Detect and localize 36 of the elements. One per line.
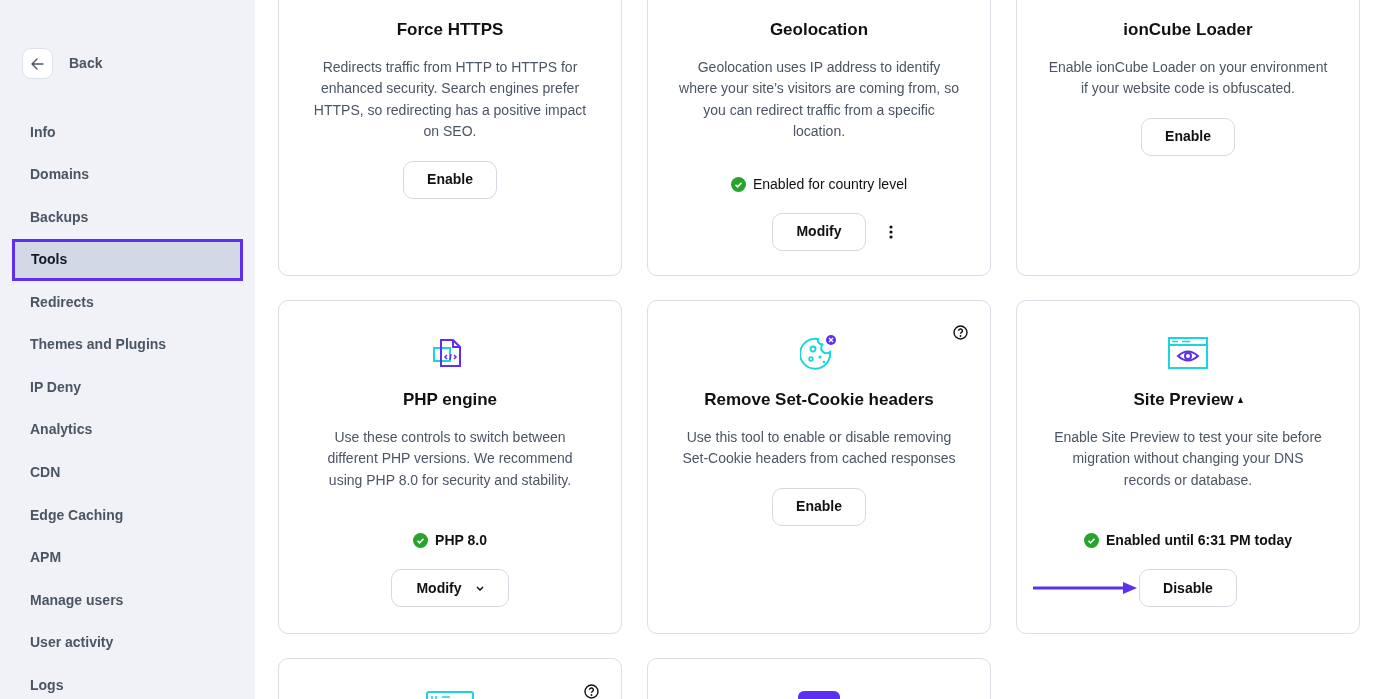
- card-title: Remove Set-Cookie headers: [704, 389, 934, 411]
- sidebar-item[interactable]: APM: [12, 536, 243, 579]
- card-title: PHP engine: [402, 389, 498, 411]
- sidebar-item[interactable]: Redirects: [12, 280, 243, 324]
- sidebar-item[interactable]: Domains: [12, 153, 243, 197]
- sidebar-item[interactable]: Analytics: [12, 408, 243, 452]
- card-title: Force HTTPS: [396, 19, 504, 41]
- dropdown-button[interactable]: Modify: [391, 569, 509, 607]
- action-button[interactable]: Enable: [772, 487, 866, 526]
- sidebar-item[interactable]: CDN: [12, 451, 243, 494]
- action-button[interactable]: Disable: [1139, 569, 1237, 607]
- action-button[interactable]: Enable: [1141, 117, 1235, 156]
- action-button[interactable]: Enable: [403, 160, 497, 199]
- sidebar-item[interactable]: Manage users: [12, 578, 243, 622]
- card-title: Site Preview: [1133, 389, 1234, 411]
- card-description: Use these controls to switch between different PHP versions. We recommend using PHP 8.0 for security and stability.: [326, 427, 574, 490]
- action-button[interactable]: Modify: [772, 212, 866, 251]
- status-text: Enabled for country level: [752, 174, 908, 194]
- status-text: PHP 8.0: [435, 531, 487, 550]
- card-description: Enable ionCube Loader on your environment if your website code is obfuscated.: [1047, 57, 1329, 98]
- card-description: Redirects traffic from HTTP to HTTPS for enhanced security. Search engines prefer HTTPS, so redirecting has a positive impact on SEO.: [312, 57, 588, 141]
- sidebar-item[interactable]: Edge Caching: [12, 493, 243, 537]
- card-title: ionCube Loader: [1123, 19, 1253, 41]
- card-description: Use this tool to enable or disable removing Set-Cookie headers from cached responses: [681, 427, 957, 468]
- sidebar-item[interactable]: Info: [12, 111, 243, 154]
- card-description: Geolocation uses IP address to identify where your site’s visitors are coming from, so you can redirect traffic from a specific location.: [678, 57, 960, 141]
- sidebar-item[interactable]: Themes and Plugins: [12, 323, 243, 366]
- sidebar-item[interactable]: User activity: [12, 621, 243, 665]
- card-description: Enable Site Preview to test your site before migration without changing your DNS records or database.: [1053, 427, 1323, 490]
- card-title: Geolocation: [769, 19, 869, 41]
- sidebar-item[interactable]: Backups: [12, 196, 243, 239]
- sidebar-item[interactable]: Tools: [12, 238, 243, 281]
- sidebar-item[interactable]: Logs: [12, 664, 243, 699]
- back-link[interactable]: Back: [69, 53, 103, 74]
- sidebar-item[interactable]: IP Deny: [12, 365, 243, 409]
- status-text: Enabled until 6:31 PM today: [1106, 531, 1292, 550]
